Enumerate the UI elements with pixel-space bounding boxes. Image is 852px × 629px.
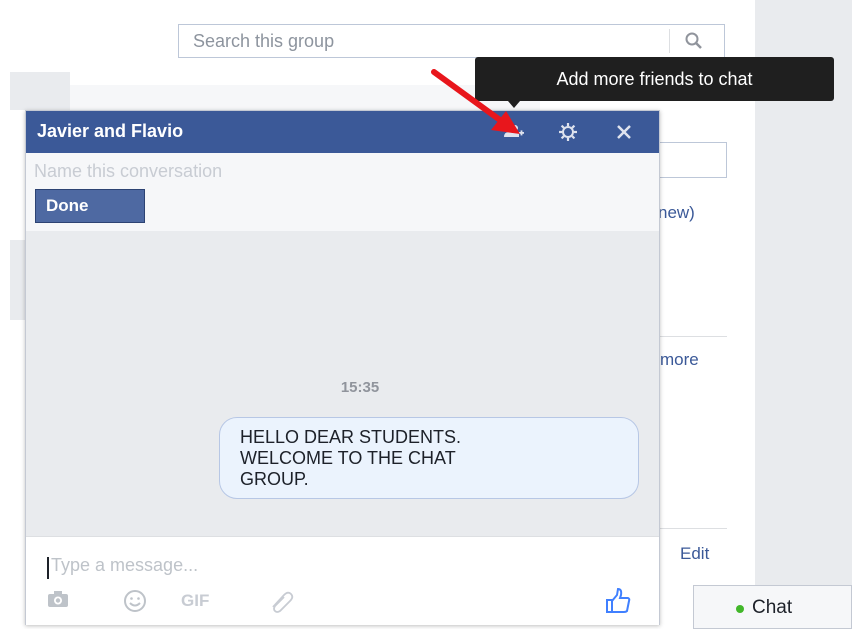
message-timestamp: 15:35: [340, 379, 380, 396]
message-line: WELCOME TO THE CHAT: [240, 448, 456, 468]
name-conversation-section: Name this conversation Done: [26, 153, 659, 232]
divider: [660, 336, 727, 337]
message-input[interactable]: Type a message...: [51, 555, 198, 576]
message-line: HELLO DEAR STUDENTS.: [240, 427, 462, 447]
message-composer[interactable]: Type a message... GIF: [26, 536, 659, 625]
gear-icon[interactable]: [557, 121, 579, 143]
close-icon[interactable]: [613, 121, 635, 143]
message-bubble: HELLO DEAR STUDENTS. WELCOME TO THE CHAT…: [219, 417, 639, 499]
background-panel: [10, 240, 25, 320]
message-line: GROUP.: [240, 469, 309, 489]
background-panel: [10, 72, 70, 110]
background-link-edit[interactable]: Edit: [680, 544, 709, 564]
online-status-icon: [736, 605, 744, 613]
attachment-icon[interactable]: [269, 589, 295, 613]
text-cursor: [47, 557, 49, 579]
thumbs-up-icon[interactable]: [604, 587, 632, 615]
chat-header[interactable]: Javier and Flavio: [26, 111, 659, 153]
search-icon[interactable]: [684, 31, 704, 51]
group-search-input[interactable]: Search this group: [178, 24, 725, 58]
emoji-icon[interactable]: [123, 589, 147, 613]
conversation-area: 15:35 HELLO DEAR STUDENTS. WELCOME TO TH…: [26, 231, 659, 536]
chat-tab[interactable]: Chat: [693, 585, 852, 629]
background-input[interactable]: [655, 142, 727, 178]
chat-tab-label: Chat: [752, 597, 793, 618]
background-link-new[interactable]: new): [658, 203, 695, 223]
search-divider: [669, 29, 670, 53]
camera-icon[interactable]: [47, 589, 69, 609]
annotation-arrow: [431, 69, 520, 134]
chat-window: Javier and Flavio Name this conversation…: [25, 110, 660, 625]
gif-icon[interactable]: GIF: [181, 591, 209, 611]
name-conversation-input[interactable]: Name this conversation: [34, 161, 222, 182]
divider: [660, 528, 727, 529]
done-button[interactable]: Done: [35, 189, 145, 223]
background-link-more[interactable]: more: [660, 350, 699, 370]
search-placeholder: Search this group: [193, 31, 335, 51]
chat-title[interactable]: Javier and Flavio: [37, 121, 183, 142]
